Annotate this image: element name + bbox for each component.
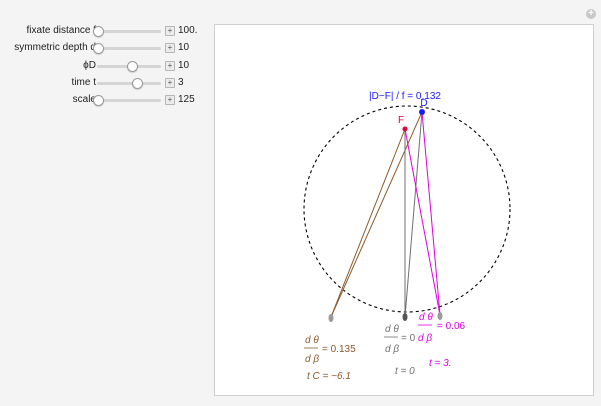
brown-line-to-d: [330, 111, 423, 318]
control-value: 10: [178, 42, 190, 53]
control-symmetric-depth: symmetric depth d + 10: [0, 41, 210, 55]
control-label: ϕD: [83, 60, 96, 71]
control-time: time t + 3: [0, 76, 210, 90]
brown-dtheta: d θ: [305, 335, 319, 346]
ratio-text: |D−F| / f = 0.132: [369, 91, 441, 102]
gray-dtheta: d θ: [385, 324, 399, 335]
slider-thumb[interactable]: [131, 78, 143, 89]
brown-dbeta: d β: [305, 354, 319, 365]
label-f: F: [398, 115, 404, 126]
plot-panel: F D |D−F| / f = 0.132 d θ d β = 0.135 t …: [214, 24, 594, 396]
slider-thumb[interactable]: [127, 61, 139, 72]
control-value: 10: [178, 60, 190, 71]
fixate-distance-slider[interactable]: [93, 26, 161, 37]
magenta-t: t = 3.: [429, 358, 452, 369]
time-slider[interactable]: [97, 78, 161, 89]
control-value: 125: [178, 94, 195, 105]
magenta-line-to-d: [421, 111, 441, 316]
control-scale: scale + 125: [0, 93, 210, 107]
expand-plus-button[interactable]: +: [165, 61, 175, 71]
point-d: [419, 109, 425, 115]
brown-tc: t C = −6.1: [307, 371, 351, 382]
magenta-value: = 0.06: [437, 321, 466, 332]
dashed-circle: [303, 105, 511, 313]
brown-value: = 0.135: [322, 344, 356, 355]
expand-plus-button[interactable]: +: [165, 26, 175, 36]
point-f: [402, 126, 408, 132]
gray-dbeta: d β: [385, 344, 399, 355]
magenta-line-to-f: [404, 128, 441, 316]
left-eye-marker: [328, 314, 334, 322]
control-fixate-distance: fixate distance f + 100.: [0, 24, 210, 38]
slider-thumb[interactable]: [93, 43, 105, 54]
expand-plus-button[interactable]: +: [165, 78, 175, 88]
control-label: fixate distance f: [26, 25, 96, 36]
control-phi-d: ϕD + 10: [0, 59, 210, 73]
magenta-dbeta: d β: [418, 333, 432, 344]
scale-slider[interactable]: [93, 95, 161, 106]
geometry-plot: F D |D−F| / f = 0.132 d θ d β = 0.135 t …: [303, 91, 511, 382]
control-label: time t: [71, 77, 96, 88]
center-eye-marker: [402, 313, 408, 321]
control-label: symmetric depth d: [14, 42, 96, 53]
symmetric-depth-slider[interactable]: [93, 43, 161, 54]
slider-thumb[interactable]: [93, 26, 105, 37]
demonstration-app: fixate distance f + 100. symmetric depth…: [0, 0, 601, 406]
brown-line-to-f: [330, 128, 406, 318]
expand-plus-button[interactable]: +: [165, 43, 175, 53]
gray-t: t = 0: [395, 366, 415, 377]
magenta-dtheta: d θ: [419, 312, 433, 323]
phi-d-slider[interactable]: [97, 61, 161, 72]
expand-plus-button[interactable]: +: [165, 95, 175, 105]
gray-value: = 0: [401, 333, 416, 344]
right-eye-marker: [437, 312, 443, 320]
reset-button[interactable]: +: [586, 9, 596, 19]
control-value: 3: [178, 77, 184, 88]
slider-thumb[interactable]: [93, 95, 105, 106]
control-value: 100.: [178, 25, 198, 36]
